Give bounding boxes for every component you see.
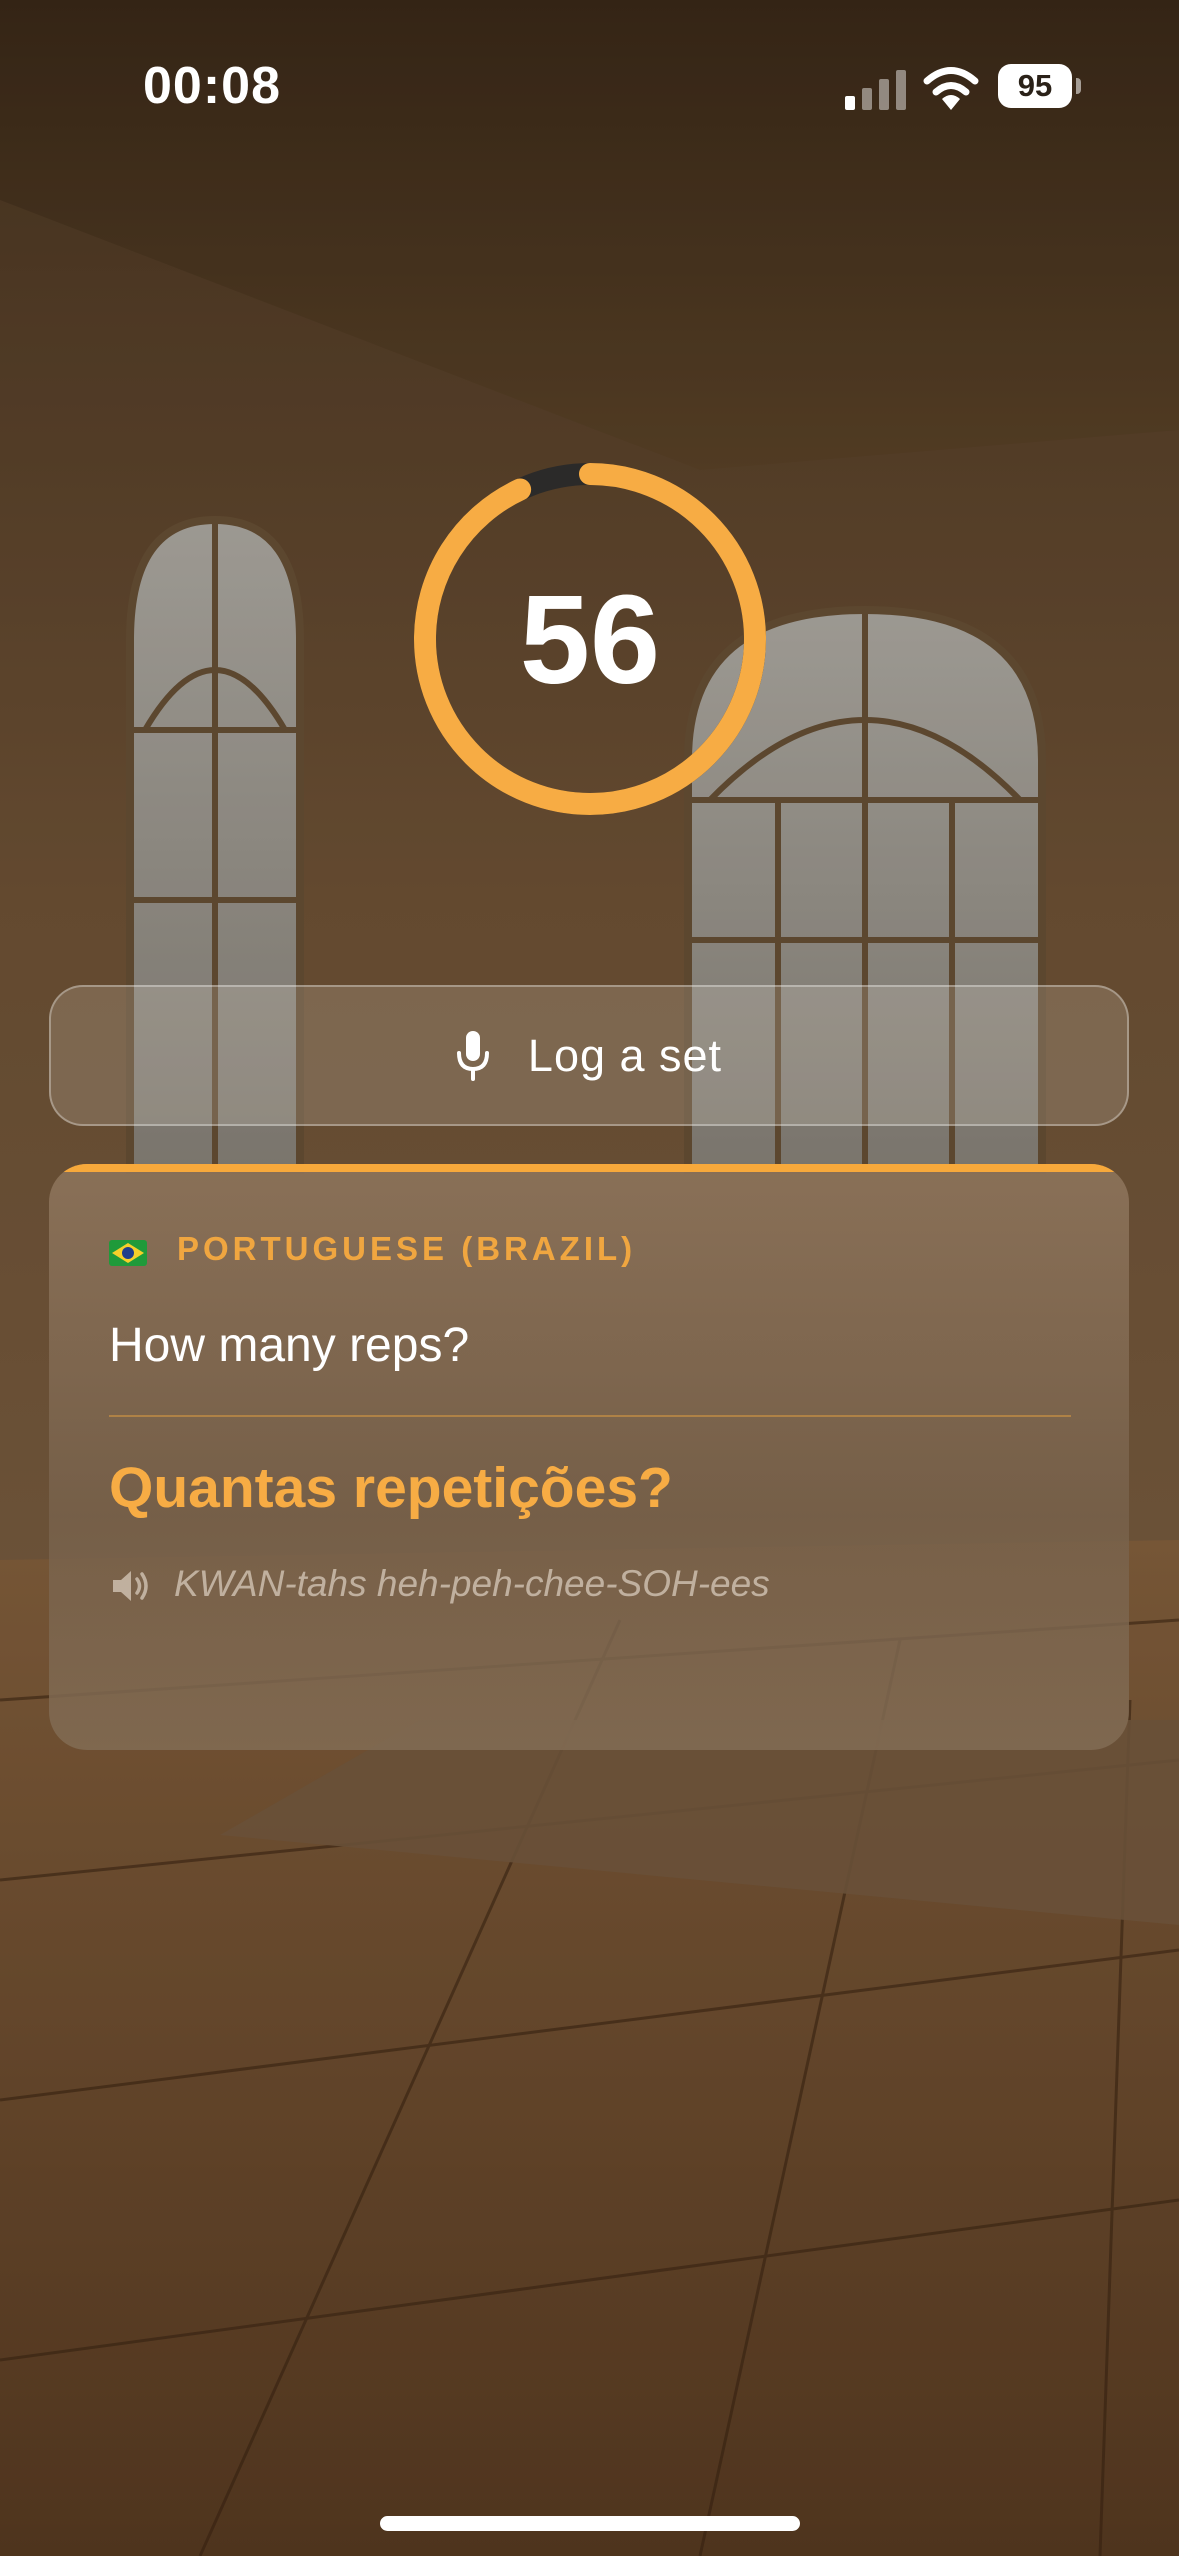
language-label: PORTUGUESE (BRAZIL) (177, 1230, 637, 1267)
brazil-flag-icon (109, 1240, 147, 1266)
log-a-set-button[interactable]: Log a set (49, 985, 1129, 1126)
wifi-icon (923, 67, 979, 110)
log-a-set-label: Log a set (527, 1029, 723, 1081)
card-accent-line (49, 1164, 1129, 1172)
pronunciation-text: KWAN-tahs heh-peh-chee-SOH-ees (174, 1563, 770, 1604)
timer-value: 56 (519, 568, 661, 710)
home-indicator[interactable] (380, 2516, 800, 2531)
microphone-icon (456, 1030, 489, 1081)
phrase-divider (109, 1415, 1071, 1417)
rest-timer[interactable]: 56 (409, 458, 771, 820)
cellular-signal-icon (845, 70, 906, 110)
source-phrase: How many reps? (109, 1319, 470, 1372)
status-time: 00:08 (143, 57, 281, 115)
screen: 00:08 95 56 Log a set PORTUGUESE (BRAZIL… (0, 0, 1179, 2556)
battery-indicator: 95 (998, 64, 1072, 108)
speaker-icon[interactable] (111, 1568, 151, 1604)
battery-cap (1076, 78, 1081, 94)
target-phrase: Quantas repetições? (109, 1456, 673, 1520)
